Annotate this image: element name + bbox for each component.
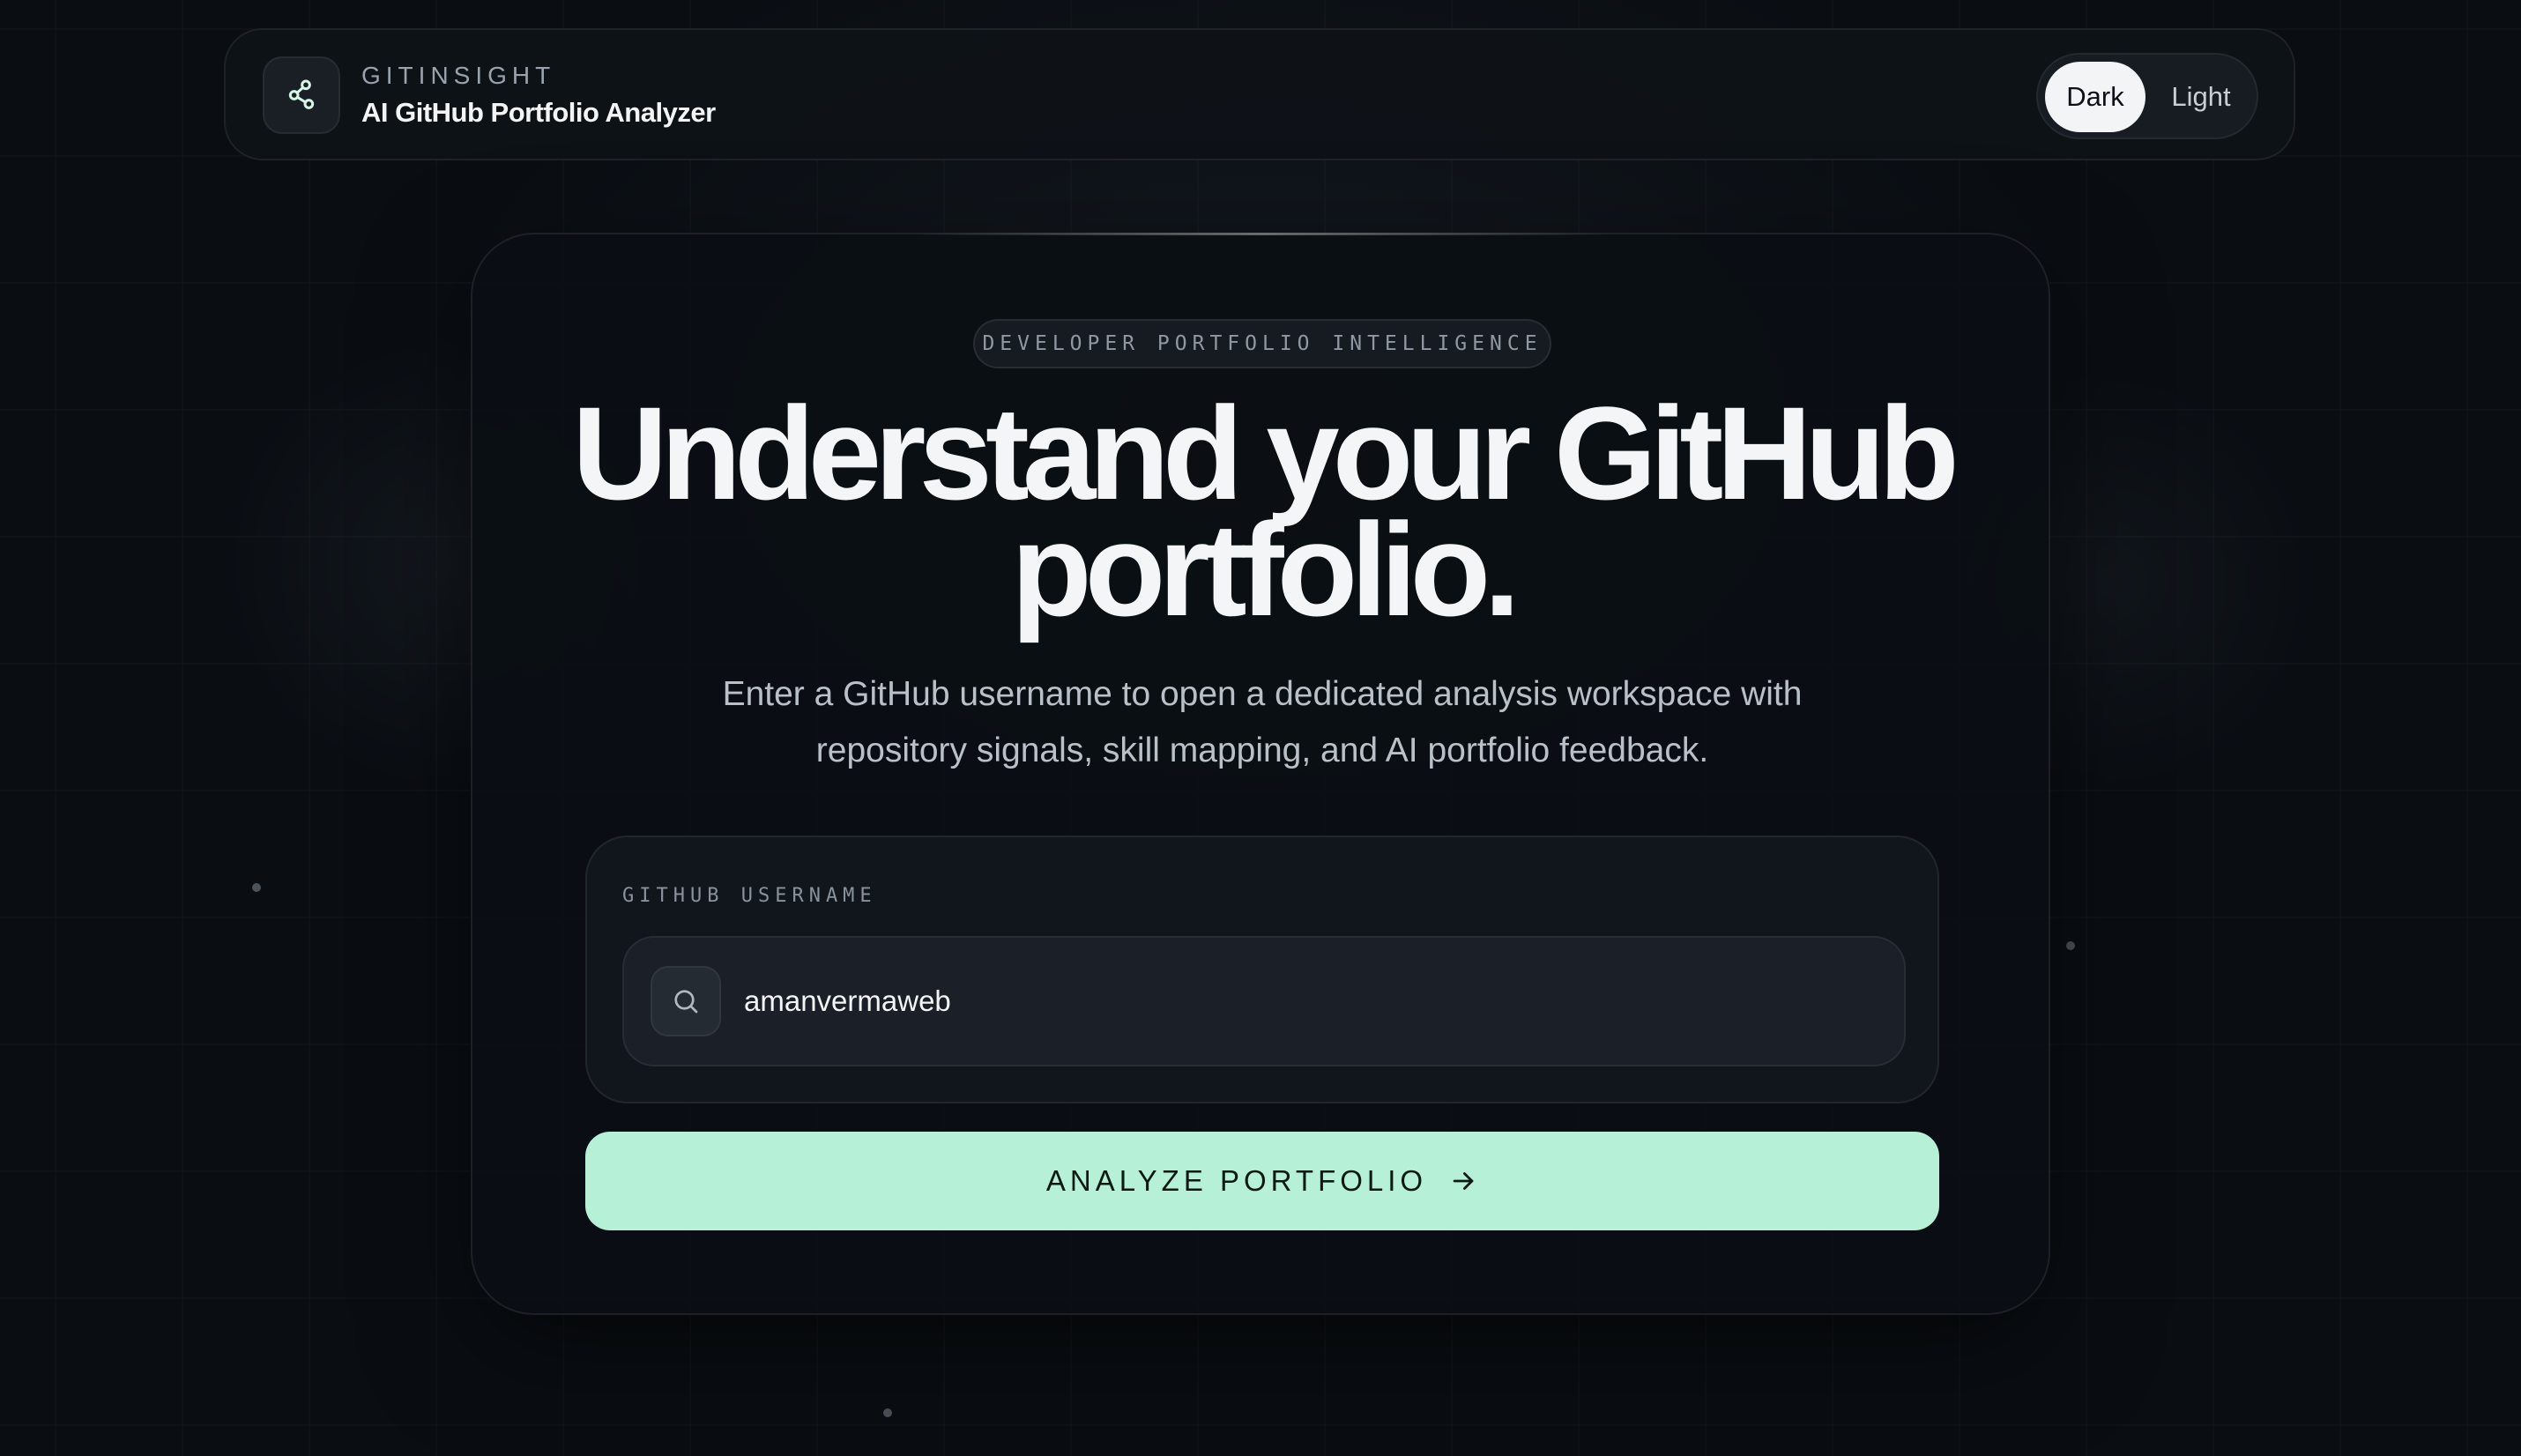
logo[interactable]: [263, 56, 340, 134]
username-input[interactable]: amanvermaweb: [744, 973, 1872, 1029]
card-highlight-line: [913, 233, 1611, 235]
page-title: Understand your GitHub portfolio.: [472, 387, 2052, 635]
analyze-card: DEVELOPER PORTFOLIO INTELLIGENCE Underst…: [471, 233, 2050, 1315]
search-icon-box: [651, 966, 721, 1036]
decorative-dot: [2066, 941, 2075, 950]
username-label: GITHUB USERNAME: [622, 885, 877, 907]
hero-description: Enter a GitHub username to open a dedica…: [722, 675, 1803, 769]
username-field[interactable]: amanvermaweb: [622, 936, 1906, 1066]
decorative-dot: [252, 883, 261, 892]
search-icon: [674, 990, 698, 1014]
analyze-button-label: ANALYZE PORTFOLIO: [1045, 1164, 1428, 1197]
decorative-dot: [883, 1408, 892, 1417]
share-nodes-icon: [288, 79, 315, 109]
analyze-portfolio-button[interactable]: ANALYZE PORTFOLIO: [585, 1132, 1939, 1230]
theme-dark-button[interactable]: Dark: [2045, 62, 2145, 132]
username-form: GITHUB USERNAME amanvermaweb: [585, 836, 1939, 1103]
theme-toggle: Dark Light: [2036, 53, 2258, 139]
brand-name: GITINSIGHT: [361, 62, 556, 89]
brand-subtitle: AI GitHub Portfolio Analyzer: [361, 97, 716, 128]
headline-line-2: portfolio.: [1011, 495, 1521, 643]
eyebrow-badge: DEVELOPER PORTFOLIO INTELLIGENCE: [973, 319, 1551, 368]
theme-light-button[interactable]: Light: [2153, 62, 2250, 132]
top-header: GITINSIGHT AI GitHub Portfolio Analyzer …: [224, 28, 2295, 160]
arrow-right-icon: [1453, 1172, 1474, 1190]
